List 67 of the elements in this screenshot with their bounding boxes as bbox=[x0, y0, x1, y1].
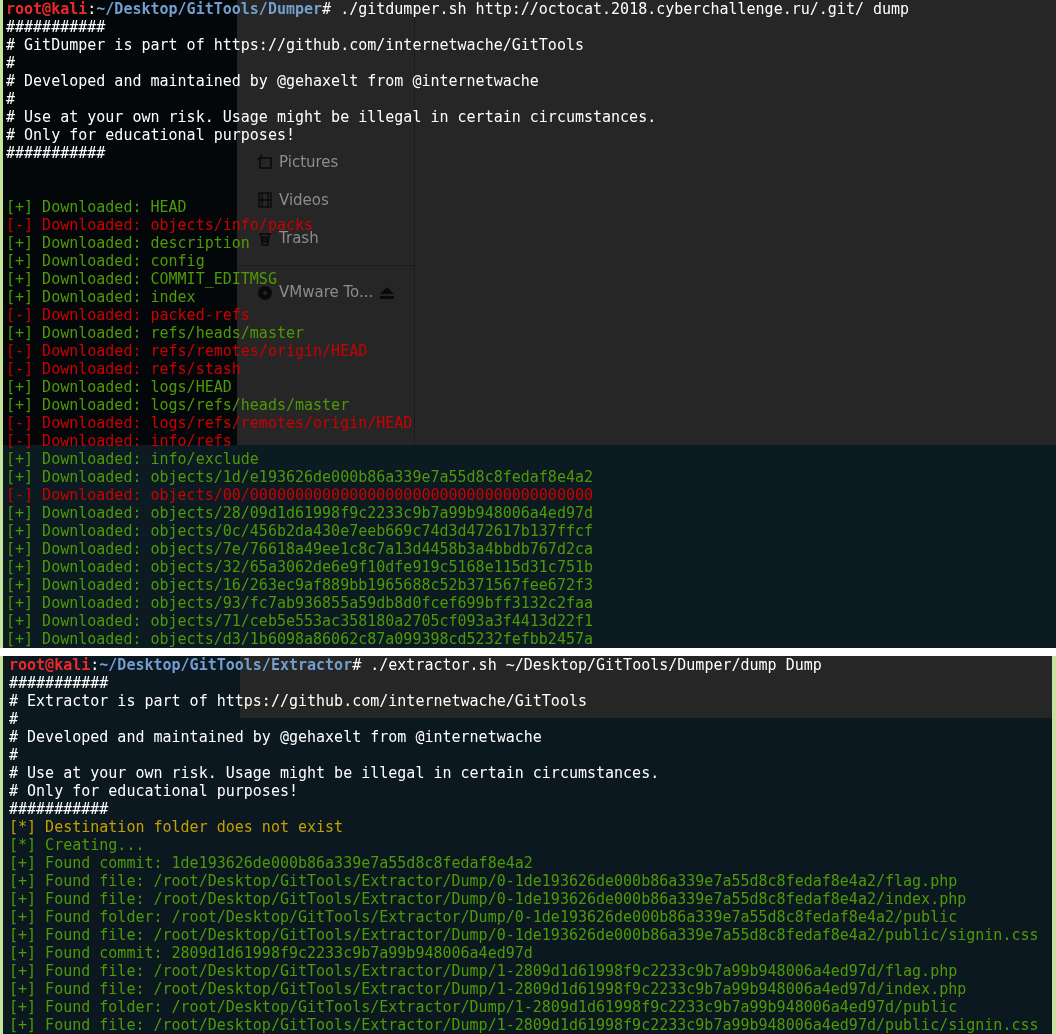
prompt-user: root@kali bbox=[6, 0, 88, 18]
terminal-line: [+] Found folder: /root/Desktop/GitTools/Extractor/Dump/1-2809d1d61998f9c2233c9b7a99b948006a4ed97d/public bbox=[9, 998, 958, 1016]
film-icon bbox=[257, 192, 273, 208]
sidebar-item[interactable]: Videos bbox=[279, 188, 329, 212]
terminal-line: [+] Downloaded: objects/28/09d1d61998f9c2233c9b7a99b948006a4ed97d bbox=[6, 504, 593, 522]
terminal-line: [+] Downloaded: objects/71/ceb5e553ac358180a2705cf093a3f4413d22f1 bbox=[6, 612, 593, 630]
picture-icon bbox=[257, 154, 273, 170]
terminal-line: [+] Downloaded: description bbox=[6, 234, 250, 252]
terminal-line: [-] Downloaded: refs/remotes/origin/HEAD bbox=[6, 342, 368, 360]
sidebar-item[interactable]: VMware To... bbox=[279, 281, 374, 304]
prompt-path: ~/Desktop/GitTools/Dumper bbox=[96, 0, 323, 18]
terminal-line: [+] Found file: /root/Desktop/GitTools/Extractor/Dump/0-1de193626de000b86a339e7a55d8c8fedaf8e4a2/flag.php bbox=[9, 872, 958, 890]
terminal-line: [+] Found commit: 1de193626de000b86a339e7a55d8c8fedaf8e4a2 bbox=[9, 854, 533, 872]
terminal-line: # Developed and maintained by @gehaxelt from @internetwache bbox=[6, 72, 539, 90]
terminal-line: [+] Downloaded: index bbox=[6, 288, 196, 306]
terminal-line: ########### bbox=[6, 144, 106, 162]
command-text: # ./extractor.sh ~/Desktop/GitTools/Dumper/dump Dump bbox=[352, 656, 822, 674]
terminal-line: ########### bbox=[9, 800, 109, 818]
terminal-line: [+] Found file: /root/Desktop/GitTools/Extractor/Dump/1-2809d1d61998f9c2233c9b7a99b948006a4ed97d/index.php bbox=[9, 980, 967, 998]
terminal-line: [+] Downloaded: objects/16/263ec9af889bb1965688c52b371567fee672f3 bbox=[6, 576, 593, 594]
prompt-path: ~/Desktop/GitTools/Extractor bbox=[99, 656, 353, 674]
prompt-user: root@kali bbox=[9, 656, 91, 674]
terminal-line: [-] Downloaded: refs/stash bbox=[6, 360, 241, 378]
eject-icon[interactable] bbox=[380, 286, 394, 299]
prompt-separator: : bbox=[90, 656, 100, 674]
terminal-line: [+] Downloaded: COMMIT_EDITMSG bbox=[6, 270, 277, 288]
terminal-line: # bbox=[9, 746, 19, 764]
terminal-line: # Use at your own risk. Usage might be illegal in certain circumstances. bbox=[6, 108, 657, 126]
terminal-line: [+] Downloaded: objects/d3/1b6098a86062c87a099398cd5232fefbb2457a bbox=[6, 630, 593, 648]
terminal-line: [-] Downloaded: packed-refs bbox=[6, 306, 250, 324]
terminal-line: # bbox=[6, 90, 16, 108]
terminal-line: [+] Downloaded: HEAD bbox=[6, 198, 187, 216]
terminal-line: ########### bbox=[6, 18, 106, 36]
terminal-line: [*] Destination folder does not exist bbox=[9, 818, 344, 836]
command-text: # ./gitdumper.sh http://octocat.2018.cyberchallenge.ru/.git/ dump bbox=[322, 0, 910, 18]
terminal-line: [+] Found file: /root/Desktop/GitTools/Extractor/Dump/0-1de193626de000b86a339e7a55d8c8fedaf8e4a2/public/signin.css bbox=[9, 926, 1039, 944]
terminal-line: ########### bbox=[9, 674, 109, 692]
terminal-line: # Developed and maintained by @gehaxelt from @internetwache bbox=[9, 728, 542, 746]
terminal-line: # Extractor is part of https://github.com/internetwache/GitTools bbox=[9, 692, 587, 710]
terminal-line: [+] Found file: /root/Desktop/GitTools/Extractor/Dump/1-2809d1d61998f9c2233c9b7a99b948006a4ed97d/flag.php bbox=[9, 962, 958, 980]
terminal-line: [+] Downloaded: objects/1d/e193626de000b86a339e7a55d8c8fedaf8e4a2 bbox=[6, 468, 593, 486]
terminal-line: [-] Downloaded: objects/info/packs bbox=[6, 216, 314, 234]
terminal-line: [-] Downloaded: objects/00/00000000000000000000000000000000000000 bbox=[6, 486, 593, 504]
sidebar-item[interactable]: Pictures bbox=[279, 150, 339, 174]
terminal-line: [+] Downloaded: objects/0c/456b2da430e7eeb669c74d3d472617b137ffcf bbox=[6, 522, 593, 540]
terminal-line: [*] Creating... bbox=[9, 836, 145, 854]
terminal-line: [+] Downloaded: info/exclude bbox=[6, 450, 259, 468]
terminal-line: [+] Found commit: 2809d1d61998f9c2233c9b7a99b948006a4ed97d bbox=[9, 944, 533, 962]
terminal-line: [+] Found folder: /root/Desktop/GitTools/Extractor/Dump/0-1de193626de000b86a339e7a55d8c8fedaf8e4a2/public bbox=[9, 908, 958, 926]
terminal-line: # bbox=[6, 54, 16, 72]
terminal-line: [-] Downloaded: logs/refs/remotes/origin/HEAD bbox=[6, 414, 413, 432]
terminal-line: # Only for educational purposes! bbox=[9, 782, 298, 800]
terminal-line: [+] Found file: /root/Desktop/GitTools/Extractor/Dump/1-2809d1d61998f9c2233c9b7a99b948006a4ed97d/public/signin.css bbox=[9, 1016, 1039, 1034]
terminal-line: [-] Downloaded: info/refs bbox=[6, 432, 232, 450]
prompt-separator: : bbox=[87, 0, 97, 18]
terminal-line: # GitDumper is part of https://github.com/internetwache/GitTools bbox=[6, 36, 584, 54]
terminal-line: [+] Downloaded: refs/heads/master bbox=[6, 324, 304, 342]
terminal-line: [+] Downloaded: objects/7e/76618a49ee1c8c7a13d4458b3a4bbdb767d2ca bbox=[6, 540, 593, 558]
terminal-line: [+] Downloaded: objects/93/fc7ab936855a59db8d0fcef699bff3132c2faa bbox=[6, 594, 593, 612]
terminal-line: # Use at your own risk. Usage might be illegal in certain circumstances. bbox=[9, 764, 660, 782]
terminal-line: [+] Downloaded: logs/refs/heads/master bbox=[6, 396, 350, 414]
terminal-line: # bbox=[9, 710, 19, 728]
terminal-line: [+] Downloaded: config bbox=[6, 252, 205, 270]
terminal-line: # Only for educational purposes! bbox=[6, 126, 295, 144]
terminal-line: [+] Downloaded: objects/32/65a3062de6e9f10dfe919c5168e115d31c751b bbox=[6, 558, 593, 576]
terminal-line: [+] Found file: /root/Desktop/GitTools/Extractor/Dump/0-1de193626de000b86a339e7a55d8c8fedaf8e4a2/index.php bbox=[9, 890, 967, 908]
terminal-line: [+] Downloaded: logs/HEAD bbox=[6, 378, 232, 396]
